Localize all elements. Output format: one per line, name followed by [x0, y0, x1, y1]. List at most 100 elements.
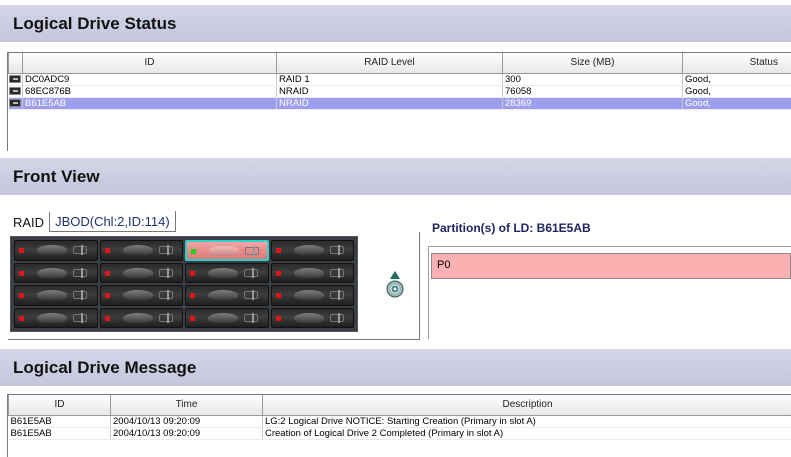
drive-tray-vent2	[253, 246, 265, 256]
drive-led-icon	[275, 293, 281, 298]
drive-slot[interactable]	[185, 285, 269, 306]
drive-slot[interactable]	[270, 285, 354, 306]
drive-tray-vent2	[81, 312, 93, 323]
drive-tray-vent2	[81, 267, 93, 278]
drive-slot[interactable]	[270, 262, 354, 283]
column-header-size[interactable]: Size (MB)	[502, 53, 683, 74]
cell-size: 76058	[502, 85, 683, 98]
cell-status: Good,	[682, 73, 791, 86]
partition-title: Partition(s) of LD: B61E5AB	[432, 221, 591, 235]
tab-raid[interactable]: RAID	[8, 212, 51, 232]
tab-jbod[interactable]: JBOD(Chl:2,ID:114)	[50, 211, 176, 232]
drive-slot[interactable]	[99, 285, 183, 306]
section-header-front-view: Front View	[0, 157, 791, 195]
drive-led-icon	[19, 315, 24, 321]
cell-description: Creation of Logical Drive 2 Completed (P…	[262, 427, 791, 440]
logical-drive-icon	[9, 98, 22, 107]
drive-slot[interactable]	[185, 262, 269, 283]
cell-id: DC0ADC9	[22, 73, 277, 86]
drive-tray-vent2	[81, 245, 93, 255]
drive-icon-cell	[8, 85, 23, 98]
cell-id: B61E5AB	[8, 427, 111, 440]
drive-tray-handle	[122, 245, 153, 255]
drive-slot-selected[interactable]	[185, 240, 269, 261]
drive-led-icon	[275, 270, 281, 276]
drive-led-icon	[275, 248, 281, 253]
drive-tray-handle	[37, 245, 67, 255]
drive-slot[interactable]	[14, 262, 98, 283]
cell-raid-level: NRAID	[276, 85, 503, 98]
column-header-status[interactable]: Status	[682, 53, 791, 74]
column-header-time[interactable]: Time	[110, 395, 263, 416]
drive-slot[interactable]	[185, 307, 269, 328]
partition-bar[interactable]: P0	[431, 253, 791, 279]
cell-raid-level: NRAID	[276, 97, 503, 110]
drive-tray-handle	[293, 267, 324, 278]
drive-tray-handle	[293, 290, 324, 300]
drive-led-icon	[19, 270, 24, 276]
drive-tray-handle	[122, 312, 153, 323]
drive-tray-vent2	[337, 267, 350, 278]
section-title-status: Logical Drive Status	[13, 14, 177, 33]
column-header-icon[interactable]	[8, 53, 23, 74]
drive-led-icon	[104, 293, 110, 298]
logical-drive-icon	[9, 86, 22, 95]
logical-drive-table: ID RAID Level Size (MB) Status DC0ADC9 R…	[7, 52, 791, 151]
drive-slot[interactable]	[99, 262, 183, 283]
drive-tray-vent2	[252, 267, 264, 278]
cell-time: 2004/10/13 09:20:09	[110, 415, 263, 428]
drive-tray-handle	[293, 245, 324, 255]
drive-tray-handle	[122, 267, 153, 278]
cell-size: 28369	[502, 97, 683, 110]
cell-raid-level: RAID 1	[276, 73, 503, 86]
enclosure-front-panel	[10, 236, 358, 332]
drive-led-icon	[191, 249, 196, 254]
drive-led-icon	[19, 248, 24, 253]
cell-status: Good,	[682, 85, 791, 98]
drive-tray-vent2	[81, 290, 93, 300]
drive-slot[interactable]	[14, 240, 98, 261]
column-header-raid-level[interactable]: RAID Level	[276, 53, 503, 74]
drive-icon-cell	[8, 73, 23, 86]
cell-id: 68EC876B	[22, 85, 277, 98]
table-row[interactable]: 68EC876B NRAID 76058 Good,	[8, 85, 791, 98]
drive-led-icon	[104, 248, 110, 253]
drive-slot[interactable]	[99, 307, 183, 328]
drive-led-icon	[190, 293, 195, 298]
drive-led-icon	[190, 315, 195, 321]
drive-slot[interactable]	[14, 285, 98, 306]
drive-tray-handle	[208, 267, 238, 278]
table-row[interactable]: B61E5AB 2004/10/13 09:20:09 Creation of …	[8, 427, 791, 440]
drive-tray-handle	[37, 312, 67, 323]
drive-slot[interactable]	[99, 240, 183, 261]
table-row[interactable]: DC0ADC9 RAID 1 300 Good,	[8, 73, 791, 86]
table-row[interactable]: B61E5AB 2004/10/13 09:20:09 LG:2 Logical…	[8, 415, 791, 428]
cell-status: Good,	[682, 97, 791, 110]
drive-icon-cell	[8, 97, 23, 110]
cell-description: LG:2 Logical Drive NOTICE: Starting Crea…	[262, 415, 791, 428]
column-header-description[interactable]: Description	[262, 395, 791, 416]
drive-tray-vent2	[166, 290, 179, 300]
section-header-status: Logical Drive Status	[0, 4, 791, 42]
locate-arrow-icon[interactable]	[384, 270, 406, 300]
drive-slot[interactable]	[270, 240, 354, 261]
drive-tray-handle	[209, 246, 239, 256]
drive-tray-handle	[293, 312, 324, 323]
drive-tray-handle	[37, 267, 67, 278]
logical-drive-icon	[9, 74, 22, 83]
drive-tray-vent2	[337, 290, 350, 300]
drive-tray-vent2	[166, 267, 179, 278]
drive-tray-vent2	[252, 290, 264, 300]
drive-led-icon	[190, 270, 195, 276]
column-header-id[interactable]: ID	[8, 395, 111, 416]
drive-tray-handle	[37, 290, 67, 300]
section-header-message: Logical Drive Message	[0, 348, 791, 386]
column-header-id[interactable]: ID	[22, 53, 277, 74]
drive-led-icon	[104, 315, 110, 321]
drive-slot[interactable]	[14, 307, 98, 328]
drive-tray-vent2	[252, 312, 264, 323]
drive-slot[interactable]	[270, 307, 354, 328]
drive-tray-vent2	[337, 245, 350, 255]
table-row-selected[interactable]: B61E5AB NRAID 28369 Good,	[8, 97, 791, 110]
message-table: ID Time Description B61E5AB 2004/10/13 0…	[7, 394, 791, 457]
